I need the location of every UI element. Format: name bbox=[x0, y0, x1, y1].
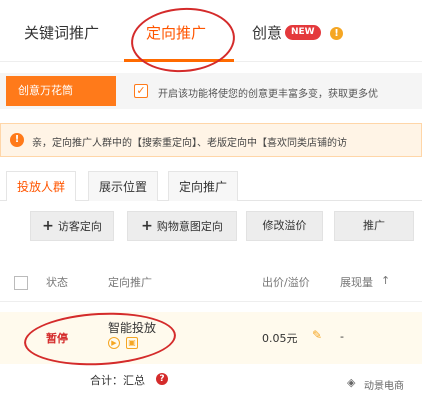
add-intent-targeting-button[interactable]: + 购物意图定向 bbox=[127, 211, 237, 241]
new-badge: NEW bbox=[285, 25, 321, 40]
warning-icon: ! bbox=[10, 133, 24, 147]
help-icon[interactable]: ? bbox=[156, 373, 168, 385]
impressions-value: - bbox=[340, 330, 344, 343]
info-icon[interactable]: ! bbox=[330, 27, 343, 40]
creative-kaleidoscope-tag: 创意万花筒 bbox=[6, 76, 116, 106]
plus-icon: + bbox=[42, 218, 54, 234]
header-bid: 出价/溢价 bbox=[262, 276, 310, 289]
promote-button[interactable]: 推广 bbox=[334, 211, 414, 241]
tab-keyword-promotion[interactable]: 关键词推广 bbox=[24, 22, 99, 43]
select-all-checkbox[interactable] bbox=[14, 276, 28, 290]
plus-icon: + bbox=[141, 218, 153, 234]
intent-targeting-label: 购物意图定向 bbox=[156, 220, 223, 233]
add-visitor-targeting-button[interactable]: + 访客定向 bbox=[30, 211, 114, 241]
creative-enable-checkbox[interactable]: ✓ bbox=[134, 84, 148, 98]
sort-arrow-icon[interactable]: ↑ bbox=[381, 274, 390, 287]
header-plan: 定向推广 bbox=[108, 276, 152, 289]
total-summary: 合计：汇总 bbox=[90, 374, 145, 387]
notice-text: 亲，定向推广人群中的【搜索重定向】、老版定向中【喜欢同类店铺的访 bbox=[32, 138, 347, 149]
subtab-audience[interactable]: 投放人群 bbox=[6, 171, 77, 202]
edit-pencil-icon[interactable]: ✎ bbox=[312, 328, 322, 342]
bid-price: 0.05元 bbox=[262, 332, 298, 345]
subtab-placement[interactable]: 展示位置 bbox=[88, 171, 159, 201]
watermark-logo-icon: ◈ bbox=[347, 376, 356, 389]
modify-premium-button[interactable]: 修改溢价 bbox=[246, 211, 323, 241]
creative-feature-text: 开启该功能将使您的创意更丰富多变，获取更多优 bbox=[158, 89, 378, 100]
visitor-targeting-label: 访客定向 bbox=[57, 220, 102, 233]
watermark-text: 动景电商 bbox=[364, 381, 404, 392]
subtab-targeting[interactable]: 定向推广 bbox=[168, 171, 239, 201]
tab-creative[interactable]: 创意 bbox=[252, 22, 282, 43]
header-status: 状态 bbox=[46, 276, 68, 289]
header-impressions[interactable]: 展现量 bbox=[340, 274, 373, 290]
